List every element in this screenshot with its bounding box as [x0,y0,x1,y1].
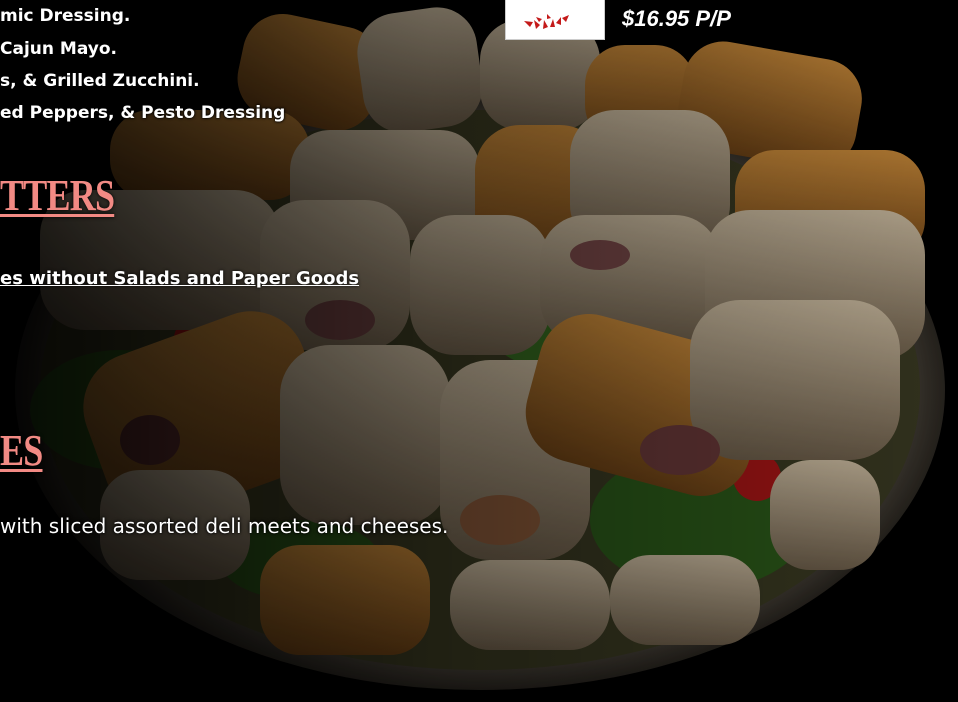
sandwiches-description: with sliced assorted deli meets and chee… [0,514,449,538]
platters-note: es without Salads and Paper Goods [0,268,360,289]
wrap-description-line: mic Dressing. [0,6,131,26]
wrap-description-line: Cajun Mayo. [0,39,117,59]
red-leaf-logo-icon [524,14,569,29]
restaurant-logo [505,0,605,40]
platters-heading: TTERS [0,171,115,220]
wrap-description-line: ed Peppers, & Pesto Dressing [0,103,286,123]
price-per-person: $16.95 P/P [622,6,731,31]
sandwiches-heading: ES [0,426,43,475]
wrap-description-line: s, & Grilled Zucchini. [0,71,200,91]
